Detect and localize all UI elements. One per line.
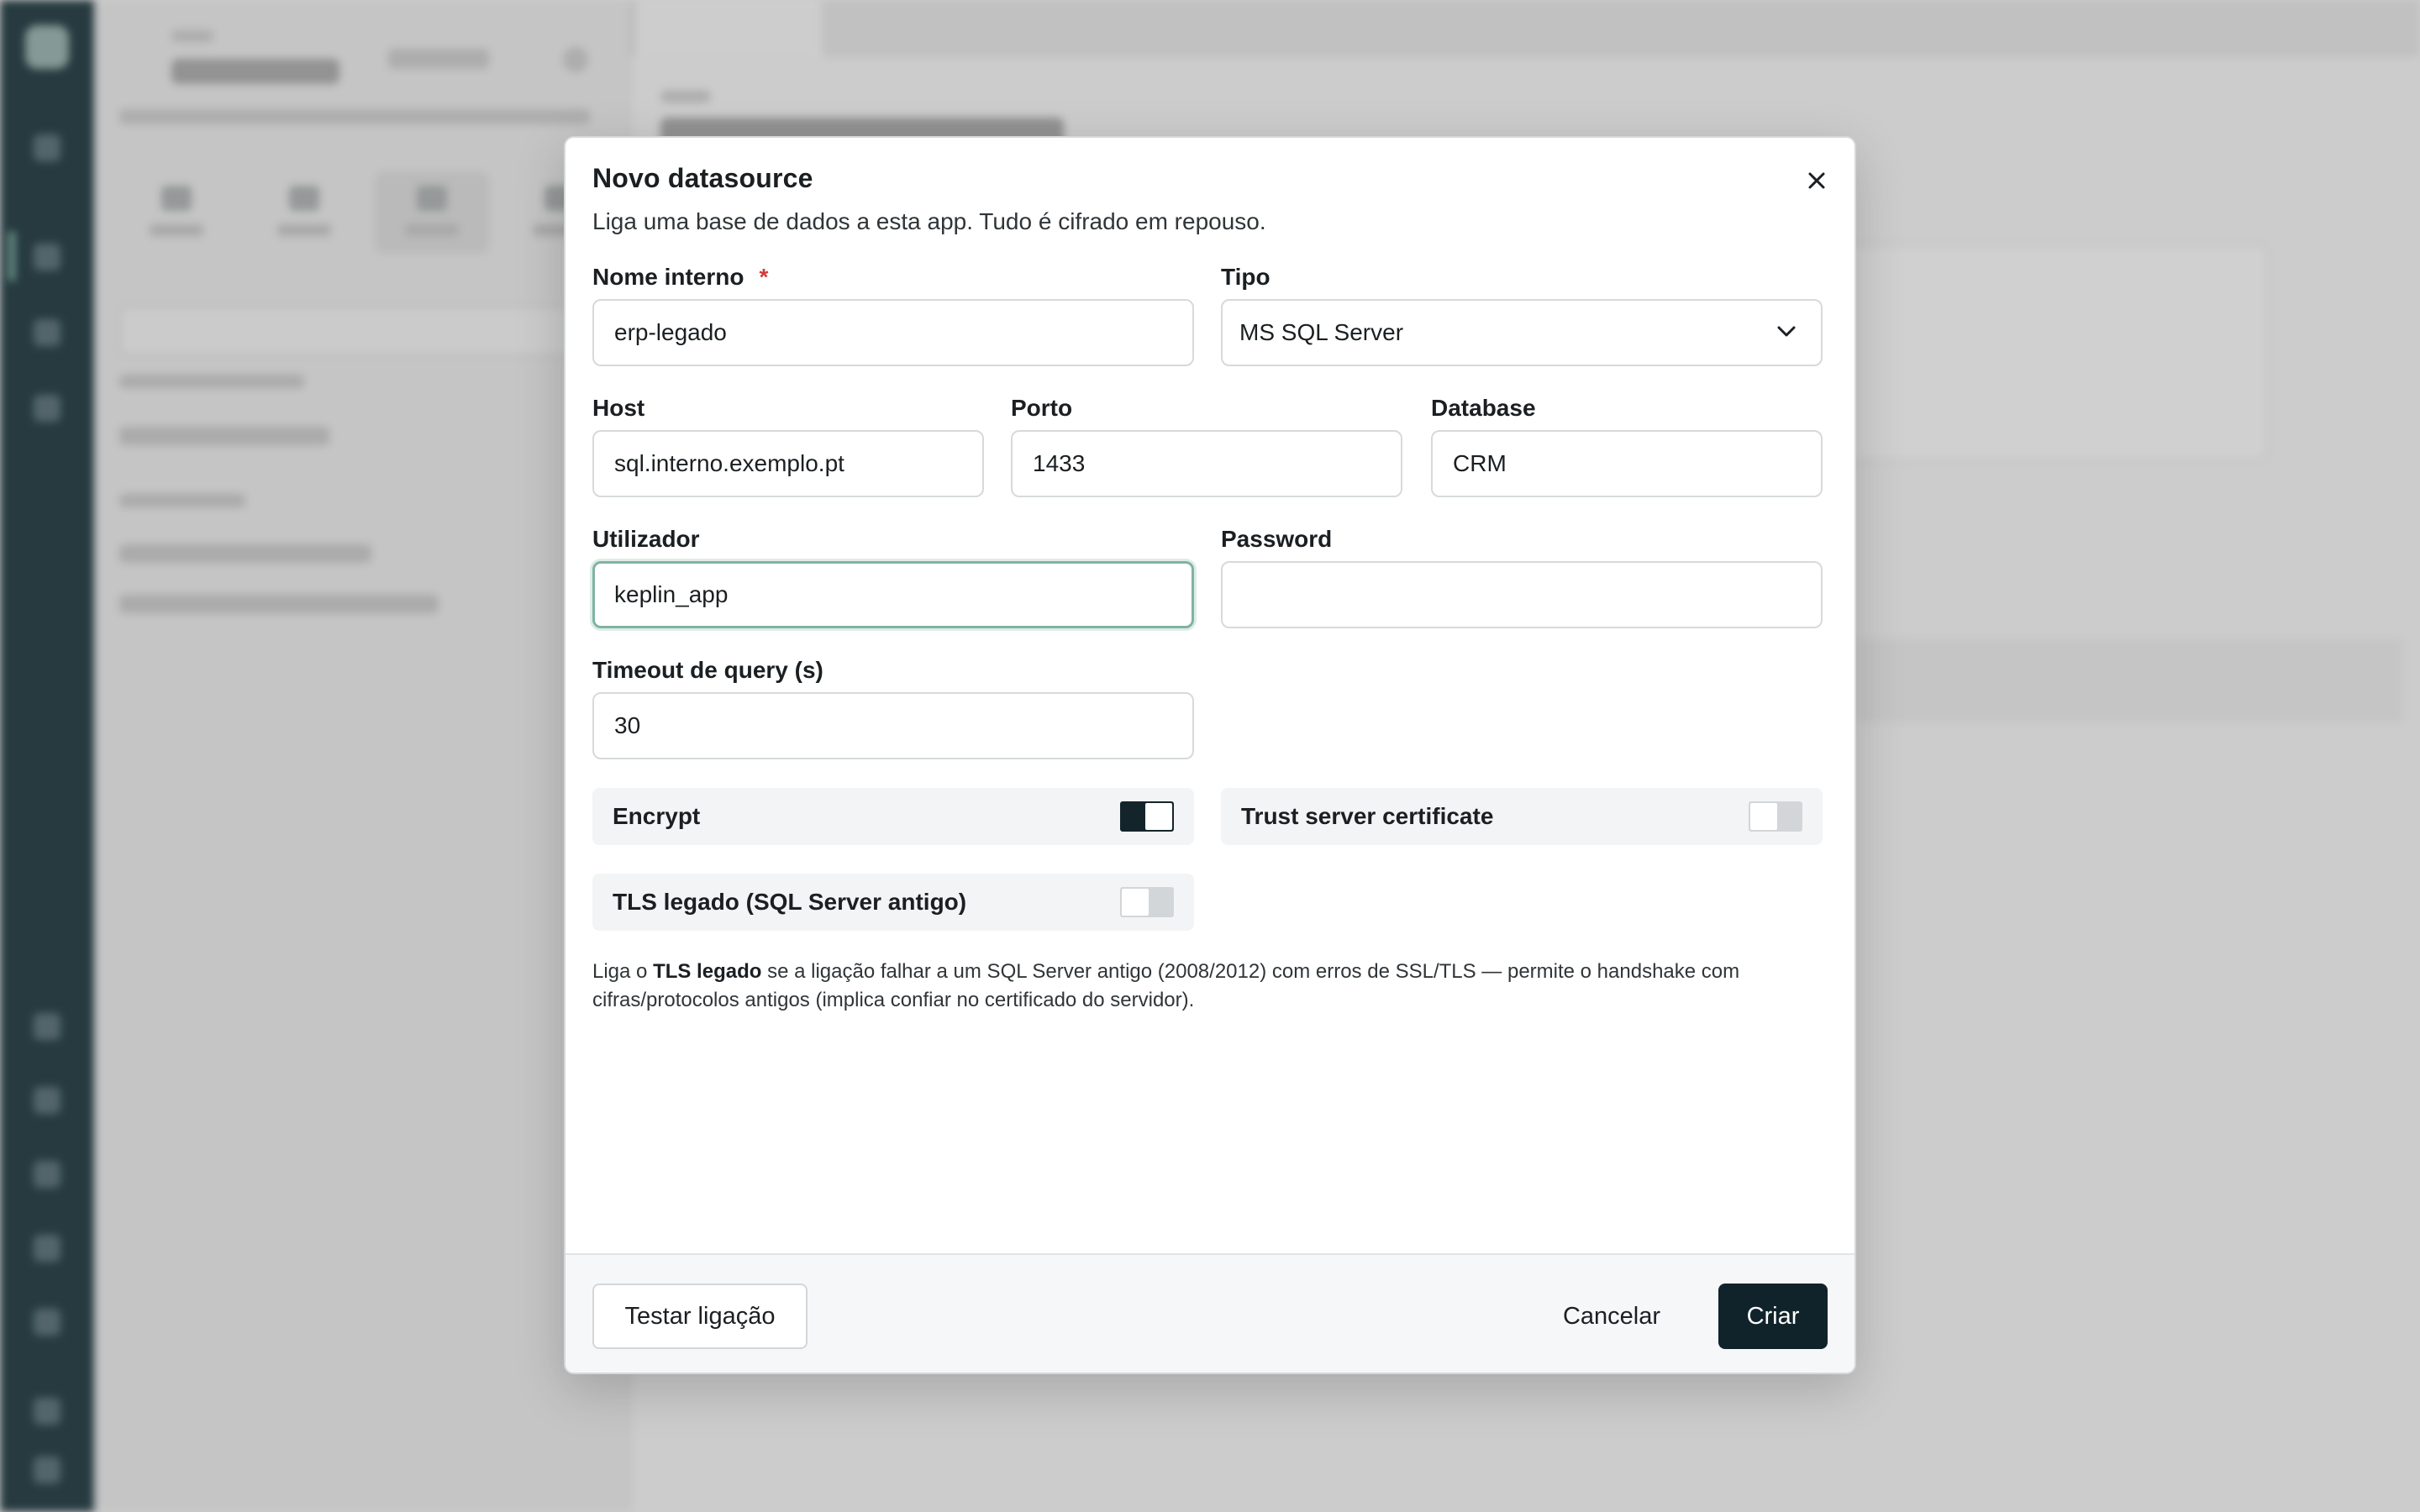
help-bold: TLS legado (653, 960, 762, 983)
tls-legacy-toggle-row: TLS legado (SQL Server antigo) (592, 874, 1194, 931)
host-input[interactable] (592, 430, 984, 497)
encrypt-label: Encrypt (613, 803, 701, 829)
host-label: Host (592, 395, 645, 421)
password-label: Password (1221, 526, 1333, 552)
password-input[interactable] (1221, 561, 1823, 628)
test-connection-button[interactable]: Testar ligação (592, 1284, 808, 1349)
cancel-button[interactable]: Cancelar (1549, 1284, 1675, 1349)
tls-legacy-switch[interactable] (1120, 887, 1174, 917)
switch-knob (1145, 803, 1172, 830)
dialog-title: Novo datasource (592, 163, 813, 193)
dialog-subtitle: Liga uma base de dados a esta app. Tudo … (592, 208, 1266, 234)
internal-name-input[interactable] (592, 299, 1194, 366)
close-button[interactable] (1797, 161, 1836, 200)
tls-legacy-label: TLS legado (SQL Server antigo) (613, 889, 967, 915)
user-label: Utilizador (592, 526, 700, 552)
create-button[interactable]: Criar (1718, 1284, 1828, 1349)
chevron-down-icon (1777, 326, 1796, 337)
trust-cert-label: Trust server certificate (1241, 803, 1494, 829)
user-input[interactable] (592, 561, 1194, 628)
trust-cert-toggle-row: Trust server certificate (1221, 788, 1823, 845)
switch-knob (1122, 889, 1149, 916)
new-datasource-dialog: Novo datasource Liga uma base de dados a… (564, 136, 1856, 1374)
type-label: Tipo (1221, 264, 1270, 290)
type-select-value: MS SQL Server (1239, 319, 1404, 345)
encrypt-switch[interactable] (1120, 801, 1174, 832)
internal-name-label: Nome interno * (592, 264, 768, 291)
close-icon (1808, 172, 1825, 189)
switch-knob (1750, 803, 1777, 830)
type-select[interactable]: MS SQL Server (1221, 299, 1823, 366)
encrypt-toggle-row: Encrypt (592, 788, 1194, 845)
dialog-footer: Testar ligação Cancelar Criar (566, 1253, 1854, 1373)
timeout-input[interactable] (592, 692, 1194, 759)
database-label: Database (1431, 395, 1536, 421)
internal-name-label-text: Nome interno (592, 264, 744, 290)
timeout-label: Timeout de query (s) (592, 657, 823, 683)
port-input[interactable] (1011, 430, 1402, 497)
help-suffix: se a ligação falhar a um SQL Server anti… (592, 960, 1740, 1011)
trust-cert-switch[interactable] (1749, 801, 1802, 832)
port-label: Porto (1011, 395, 1073, 421)
required-mark: * (759, 264, 769, 290)
database-input[interactable] (1431, 430, 1823, 497)
help-prefix: Liga o (592, 960, 654, 983)
tls-help-text: Liga o TLS legado se a ligação falhar a … (592, 958, 1828, 1015)
